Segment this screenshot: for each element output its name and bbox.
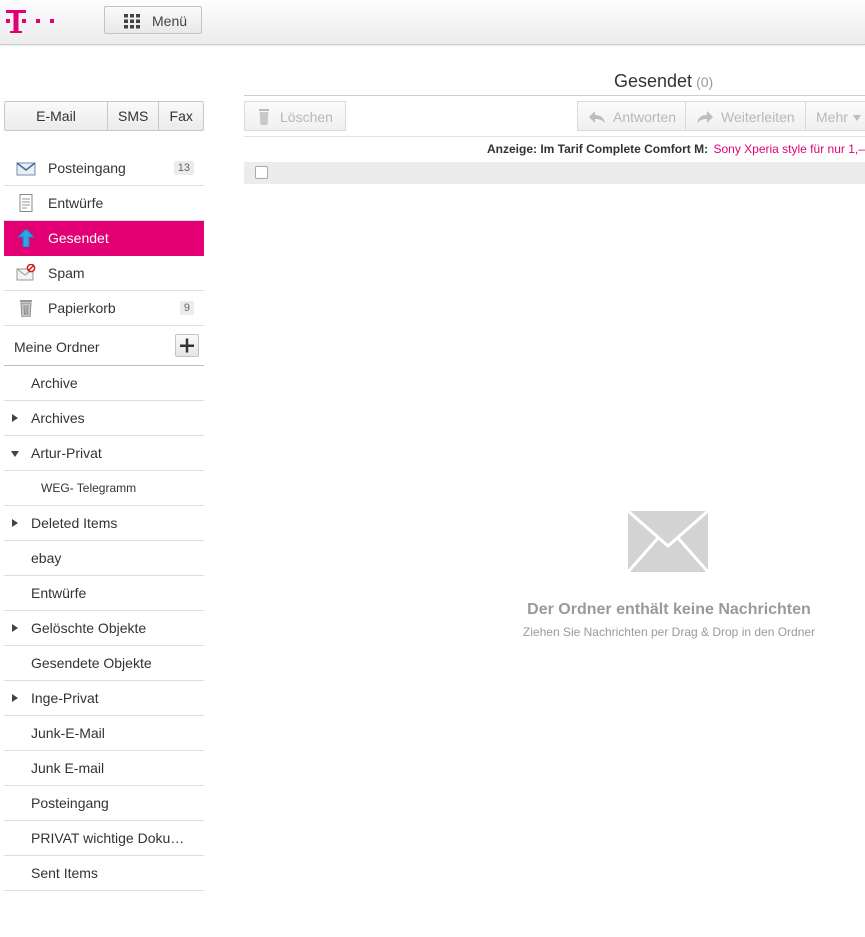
folder-label: ebay [31,550,62,566]
ad-label: Anzeige: Im Tarif Complete Comfort M: [487,142,709,156]
expand-arrow-icon[interactable] [12,694,18,702]
user-folder-posteingang[interactable]: Posteingang [4,786,204,821]
add-folder-button[interactable] [175,334,199,357]
channel-tabs: E-Mail SMS Fax [4,101,204,131]
folder-label: Deleted Items [31,515,118,531]
folder-label: Archive [31,375,78,391]
spam-icon [16,264,36,281]
tab-sms[interactable]: SMS [108,102,160,130]
empty-state-subtitle: Ziehen Sie Nachrichten per Drag & Drop i… [522,625,816,639]
user-folder-artur-privat[interactable]: Artur-Privat [4,436,204,471]
folder-papierkorb[interactable]: Papierkorb 9 [4,291,204,326]
folder-label: Gesendete Objekte [31,655,152,671]
user-folder-entwuerfe[interactable]: Entwürfe [4,576,204,611]
user-folder-gesendete-objekte[interactable]: Gesendete Objekte [4,646,204,681]
inbox-envelope-icon [16,162,36,176]
folder-label: Posteingang [48,160,126,176]
menu-label: Menü [152,13,188,29]
collapse-arrow-icon[interactable] [11,451,19,457]
unread-count-badge: 13 [173,161,194,175]
expand-arrow-icon[interactable] [12,624,18,632]
folder-spam[interactable]: Spam [4,256,204,291]
telekom-logo[interactable] [3,6,59,36]
user-folder-geloeschte-objekte[interactable]: Gelöschte Objekte [4,611,204,646]
folder-label: Posteingang [31,795,109,811]
user-folder-archives[interactable]: Archives [4,401,204,436]
my-folders-header: Meine Ordner [4,326,204,366]
trash-icon [20,300,32,317]
message-count: (0) [696,74,714,90]
expand-arrow-icon[interactable] [12,414,18,422]
chevron-down-icon [853,115,861,121]
folder-title: Gesendet [614,71,693,91]
empty-envelope-icon [627,510,709,573]
user-folder-ebay[interactable]: ebay [4,541,204,576]
select-all-checkbox[interactable] [255,166,268,179]
user-folder-weg-telegramm[interactable]: WEG- Telegramm [4,471,204,506]
delete-label: Löschen [280,109,333,125]
ad-banner: Anzeige: Im Tarif Complete Comfort M: So… [487,142,865,156]
reply-icon [589,111,605,123]
message-list-header [244,162,865,184]
user-folder-sent-items[interactable]: Sent Items [4,856,204,891]
item-count-badge: 9 [179,301,194,315]
forward-label: Weiterleiten [721,109,795,125]
folder-label: Gelöschte Objekte [31,620,147,636]
user-folder-inge-privat[interactable]: Inge-Privat [4,681,204,716]
plus-icon [180,338,194,353]
reply-button[interactable]: Antworten [577,101,686,131]
folder-gesendet[interactable]: Gesendet [4,221,204,256]
folder-label: Junk E-mail [31,760,105,776]
more-button[interactable]: Mehr [805,101,865,131]
folder-label: PRIVAT wichtige Doku… [31,830,185,846]
folder-label: Papierkorb [48,300,116,316]
folder-label: Entwürfe [48,195,104,211]
sent-arrow-icon [16,229,36,247]
grid-menu-icon [124,14,140,29]
sidebar: E-Mail SMS Fax Posteingang 13 Entwürfe G… [4,101,204,891]
expand-arrow-icon[interactable] [12,519,18,527]
tab-email[interactable]: E-Mail [5,102,108,130]
folder-label: Gesendet [48,230,109,246]
my-folders-title: Meine Ordner [14,339,100,355]
title-divider [244,95,865,96]
draft-document-icon [19,194,33,212]
user-folder-junk-e-mail[interactable]: Junk-E-Mail [4,716,204,751]
folder-entwuerfe[interactable]: Entwürfe [4,186,204,221]
folder-label: Sent Items [31,865,98,881]
delete-button[interactable]: Löschen [244,101,346,131]
more-label: Mehr [816,109,848,125]
folder-posteingang[interactable]: Posteingang 13 [4,151,204,186]
folder-label: Archives [31,410,85,426]
ad-link[interactable]: Sony Xperia style für nur 1,– € [713,142,865,156]
tab-fax[interactable]: Fax [159,102,203,130]
folder-label: Junk-E-Mail [31,725,105,741]
folder-label: Inge-Privat [31,690,99,706]
folder-label: Entwürfe [31,585,87,601]
trash-icon [259,109,269,125]
toolbar-divider [244,136,865,137]
menu-button[interactable]: Menü [104,6,202,34]
page-title: Gesendet (0) [614,71,713,92]
reply-label: Antworten [613,109,677,125]
top-bar: Menü [0,0,865,45]
forward-icon [697,111,713,123]
user-folder-junk-email[interactable]: Junk E-mail [4,751,204,786]
folder-label: WEG- Telegramm [41,481,137,495]
user-folder-deleted-items[interactable]: Deleted Items [4,506,204,541]
user-folder-privat-wichtige-doku[interactable]: PRIVAT wichtige Doku… [4,821,204,856]
forward-button[interactable]: Weiterleiten [685,101,806,131]
user-folder-archive[interactable]: Archive [4,366,204,401]
folder-label: Artur-Privat [31,445,102,461]
empty-state-title: Der Ordner enthält keine Nachrichten [527,601,811,618]
folder-label: Spam [48,265,85,281]
